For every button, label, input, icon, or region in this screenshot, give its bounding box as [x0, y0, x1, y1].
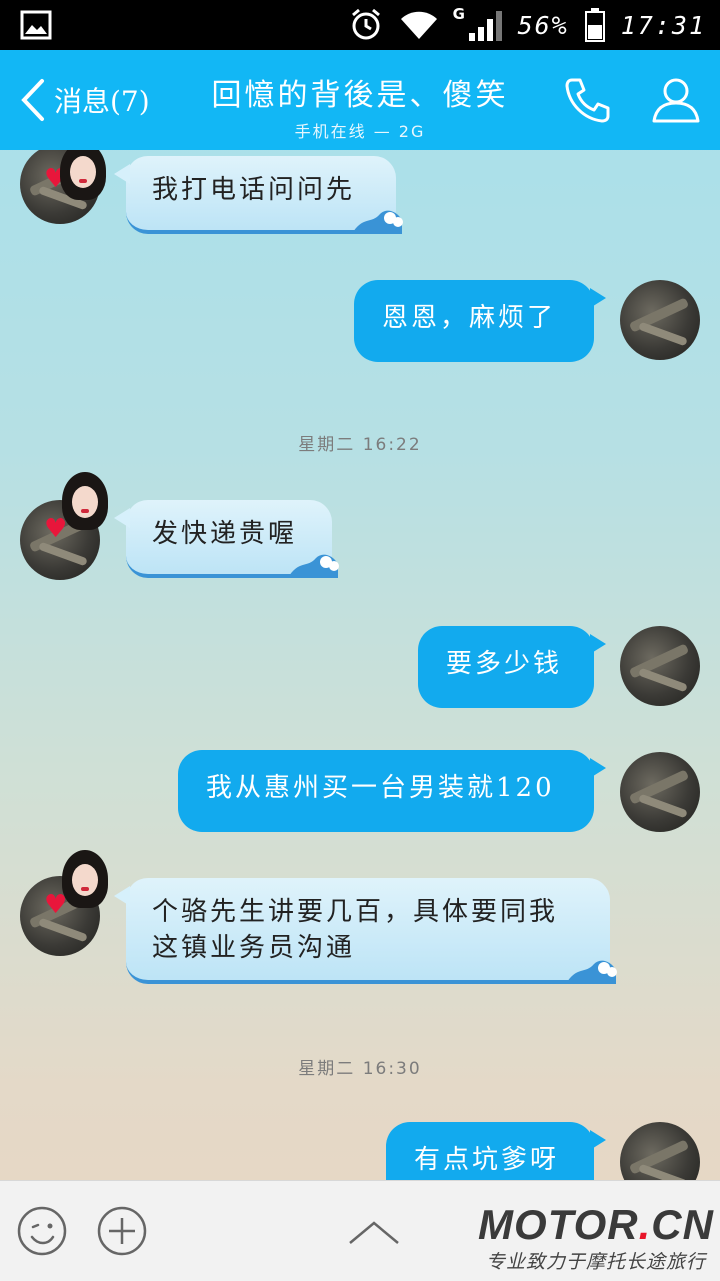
image-icon — [20, 10, 52, 40]
profile-icon[interactable] — [650, 74, 702, 126]
my-avatar[interactable] — [620, 280, 700, 360]
phone-icon[interactable] — [562, 74, 614, 126]
plus-icon[interactable] — [96, 1205, 148, 1257]
back-label: 消息(7) — [54, 85, 150, 118]
chevron-up-icon[interactable] — [346, 1205, 402, 1257]
alarm-icon — [351, 8, 380, 40]
timestamp: 星期二 16:30 — [298, 1059, 422, 1079]
watermark-logo: MOTOR.CN — [478, 1201, 714, 1248]
message-text: 我从惠州买一台男装就120 — [206, 773, 555, 803]
signal-icon: G — [453, 5, 502, 41]
message-text: 发快递贵喔 — [152, 519, 298, 549]
message-bubble-outgoing[interactable]: 恩恩，麻烦了 — [354, 280, 606, 362]
watermark-tagline: 专业致力于摩托长途旅行 — [485, 1251, 706, 1273]
wave-decoration-icon — [352, 210, 403, 234]
message-bubble-incoming[interactable]: 个骆先生讲要几百，具体要同我这镇业务员沟通 — [114, 878, 617, 984]
network-type: G — [452, 5, 465, 23]
battery-icon — [584, 8, 605, 42]
timestamp: 星期二 16:22 — [298, 435, 422, 455]
input-toolbar: MOTOR.CN 专业致力于摩托长途旅行 — [0, 1180, 720, 1281]
contact-status: 手机在线 — 2G — [294, 122, 426, 141]
status-bar: G 56% 17:31 — [0, 0, 720, 50]
message-text: 有点坑爹呀 — [414, 1145, 560, 1175]
my-avatar[interactable] — [620, 752, 700, 832]
message-bubble-incoming[interactable]: 发快递贵喔 — [114, 500, 339, 578]
contact-name: 回憶的背後是、傻笑 — [211, 78, 509, 113]
avatar-pendant — [60, 150, 106, 200]
my-avatar[interactable] — [620, 1122, 700, 1180]
wave-decoration-icon — [288, 554, 339, 578]
message-text: 我打电话问问先 — [152, 175, 356, 205]
wifi-icon — [400, 11, 437, 39]
watermark: MOTOR.CN 专业致力于摩托长途旅行 — [476, 1201, 716, 1274]
message-bubble-outgoing[interactable]: 要多少钱 — [418, 626, 606, 708]
message-text: 要多少钱 — [446, 649, 563, 679]
avatar-pendant — [62, 472, 108, 530]
emoji-icon[interactable] — [16, 1205, 68, 1257]
battery-percent: 56% — [517, 10, 569, 40]
avatar-pendant — [62, 850, 108, 908]
wave-decoration-icon — [566, 960, 617, 984]
message-list[interactable]: ♥ 我打电话问问先 恩恩，麻烦了 星期二 16:22 ♥ 发快递贵喔 要多少钱 … — [0, 150, 720, 1180]
contact-info[interactable]: 回憶的背後是、傻笑 手机在线 — 2G — [190, 70, 530, 142]
back-button[interactable]: 消息(7) — [18, 78, 150, 122]
chat-header: 消息(7) 回憶的背後是、傻笑 手机在线 — 2G — [0, 50, 720, 150]
my-avatar[interactable] — [620, 626, 700, 706]
message-text: 个骆先生讲要几百，具体要同我这镇业务员沟通 — [152, 897, 559, 963]
back-chevron-icon — [21, 79, 44, 121]
message-bubble-incoming[interactable]: 我打电话问问先 — [114, 156, 403, 234]
message-bubble-outgoing[interactable]: 我从惠州买一台男装就120 — [178, 750, 606, 832]
clock: 17:31 — [620, 10, 706, 40]
message-text: 恩恩，麻烦了 — [382, 303, 557, 333]
message-bubble-outgoing[interactable]: 有点坑爹呀 — [386, 1122, 606, 1180]
